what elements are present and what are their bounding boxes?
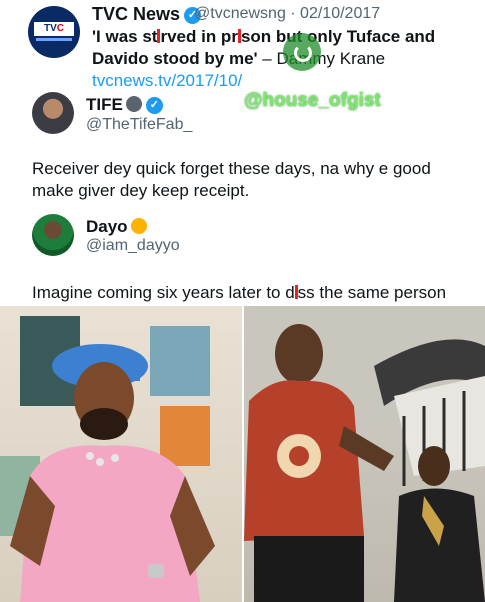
author-name[interactable]: TVC News ✓ [92,4,202,25]
davido-pink-shirt-photo [0,316,215,602]
avatar[interactable] [32,92,74,134]
reply-author-name[interactable]: Dayo [86,217,147,237]
media-grid[interactable] [0,306,485,602]
logo-stripe [36,38,72,41]
reply-author-name[interactable]: TIFE ✓ [86,95,163,115]
tvc-logo: TVC NEWS [34,22,74,48]
tvc-avatar[interactable]: TVC NEWS [28,6,80,58]
reply-tife[interactable]: TIFE ✓ @TheTifeFab_ Receiver dey quick fo… [0,92,485,202]
reply-dayo[interactable]: Dayo @iam_dayyo Imagine coming six years… [0,214,485,304]
reply-text: Receiver dey quick forget these days, na… [32,159,431,200]
dizzy-emoji-icon [130,218,147,234]
avatar[interactable] [32,214,74,256]
tweet-text: 'I was st rved in pr son but only Tuface a… [92,27,436,90]
tweet-link[interactable]: tvcnews.tv/2017/10/ [92,71,242,90]
verified-badge-icon: ✓ [145,97,163,114]
photo-left[interactable] [0,306,242,602]
reply-author-handle: @iam_dayyo [86,237,180,254]
quoted-tweet[interactable]: TVC NEWS TVC News ✓ @tvcnewsng · 02/10/20… [0,0,485,90]
shazam-ring-icon [283,33,321,71]
face-emoji-icon [125,96,142,112]
video-still-photo [244,306,485,602]
reply-text: Imagine coming six years later to d ss th… [32,283,447,302]
author-handle: @tvcnewsng · 02/10/2017 [194,5,381,22]
reply-author-handle: @TheTifeFab_ [86,116,193,133]
photo-right[interactable] [244,306,485,602]
